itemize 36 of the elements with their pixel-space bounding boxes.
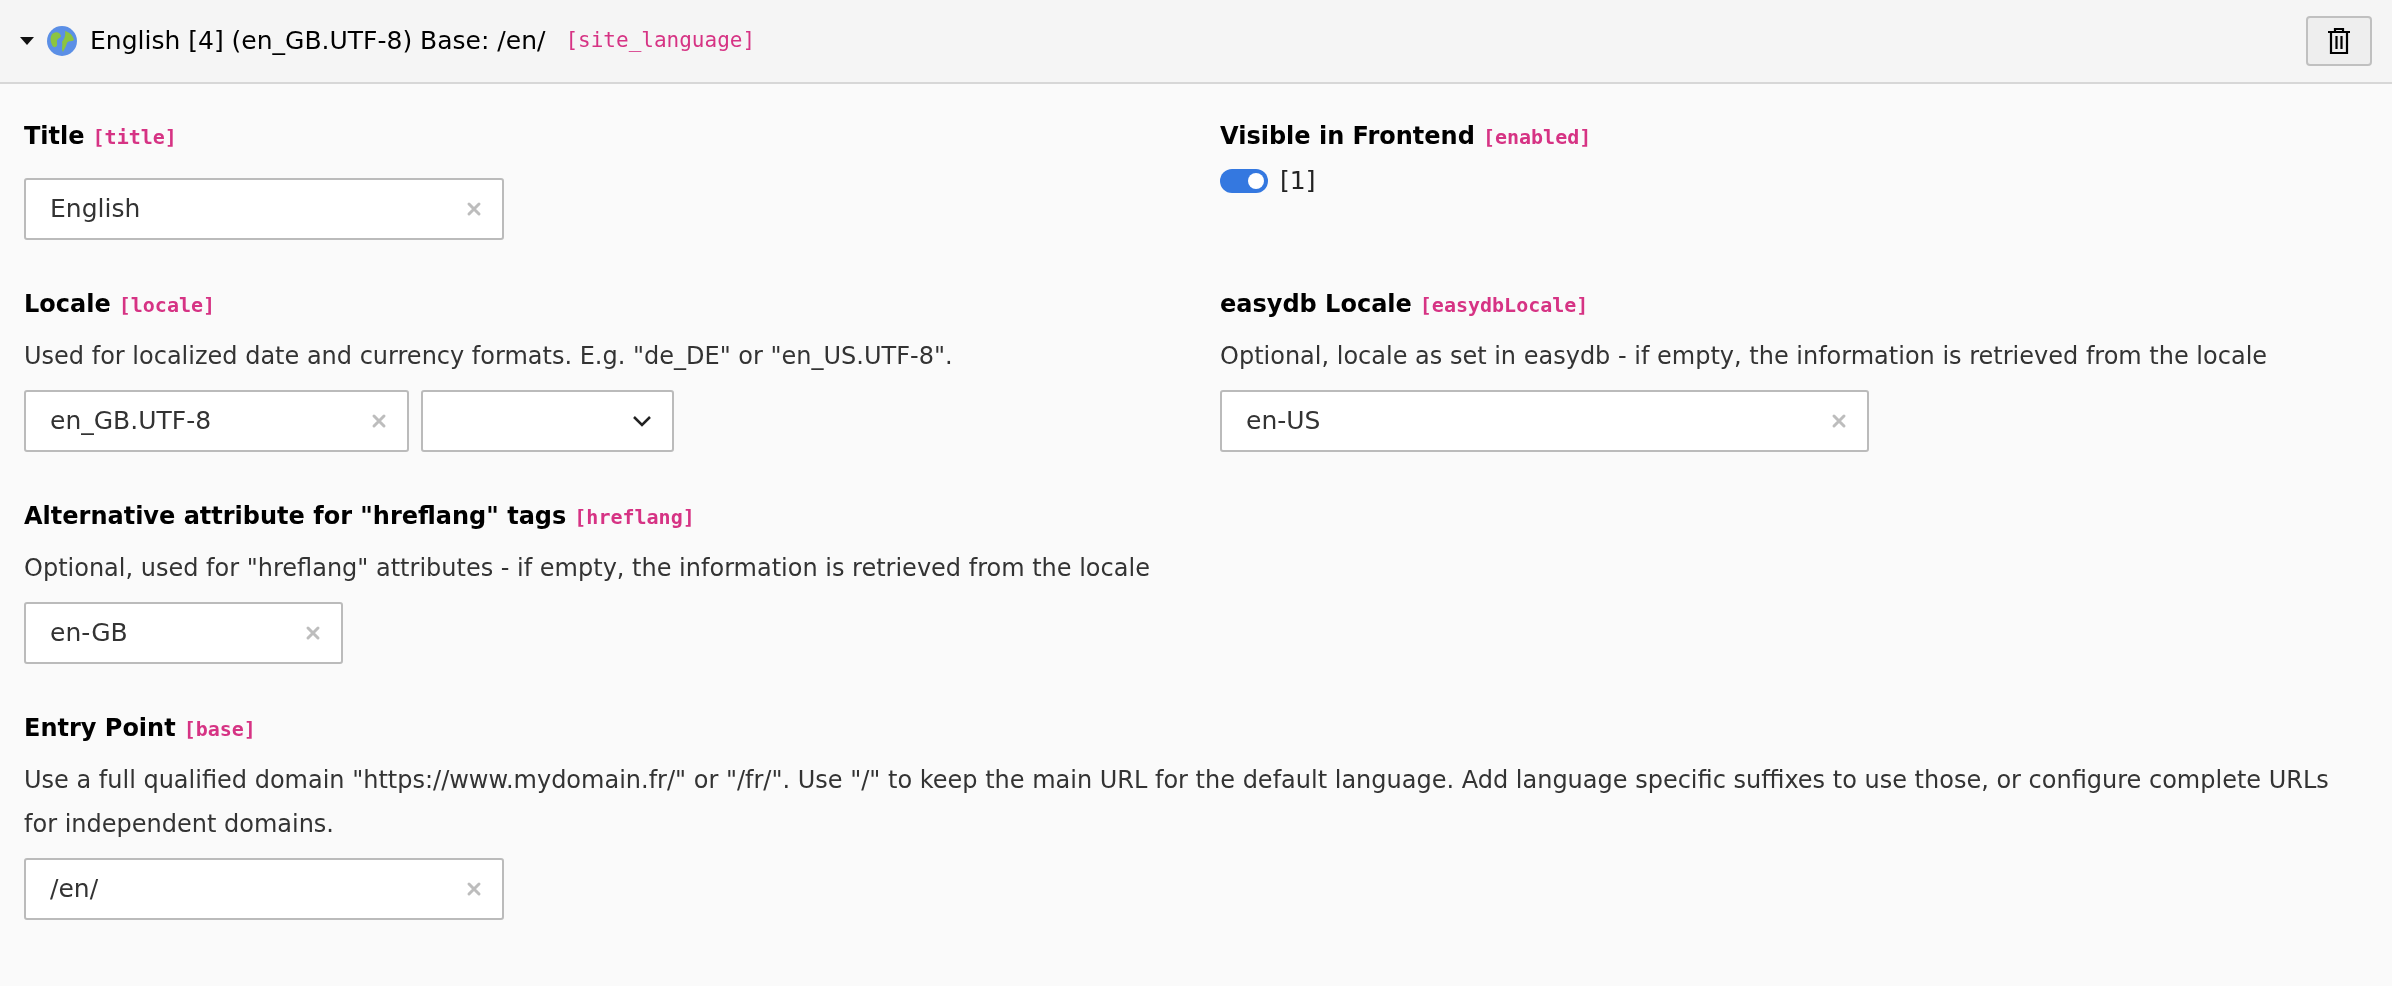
trash-icon bbox=[2327, 27, 2351, 55]
field-key: [enabled] bbox=[1482, 122, 1592, 152]
field-label: Locale bbox=[24, 289, 111, 320]
field-label: Entry Point bbox=[24, 713, 176, 744]
text-field[interactable]: English bbox=[24, 178, 504, 240]
delete-button[interactable] bbox=[2306, 16, 2372, 66]
field-description: Optional, used for "hreflang" attributes - if empty, the information is retrieved from the locale bbox=[24, 553, 1151, 584]
field-key: [easydbLocale] bbox=[1419, 290, 1589, 320]
field-key: [hreflang] bbox=[574, 502, 695, 532]
field-description: Used for localized date and currency formats. E.g. "de_DE" or "en_US.UTF-8". bbox=[24, 341, 954, 372]
chevron-down-icon bbox=[632, 415, 652, 427]
toggle-value: [1] bbox=[1280, 165, 1316, 197]
field-key: [base] bbox=[183, 714, 256, 744]
field-label: Title bbox=[24, 121, 85, 152]
clear-icon[interactable] bbox=[305, 625, 321, 641]
globe-icon bbox=[46, 25, 78, 57]
field-description: Use a full qualified domain "https://www.mydomain.fr/" or "/fr/". Use "/" to keep the main URL for the default language. Add language specific suffixes to use those, or configure complete URLs for independent domains. bbox=[24, 765, 2330, 840]
clear-icon[interactable] bbox=[1831, 413, 1847, 429]
field-label: Alternative attribute for "hreflang" tags bbox=[24, 501, 567, 532]
clear-icon[interactable] bbox=[371, 413, 387, 429]
select-dropdown[interactable] bbox=[421, 390, 674, 452]
header-key: [site_language] bbox=[565, 25, 756, 57]
text-field[interactable]: en_GB.UTF-8 bbox=[24, 390, 409, 452]
text-field[interactable]: /en/ bbox=[24, 858, 504, 920]
header-title: English [4] (en_GB.UTF-8) Base: /en/ bbox=[90, 25, 546, 58]
caret-icon[interactable] bbox=[20, 36, 34, 46]
field-description: Optional, locale as set in easydb - if empty, the information is retrieved from the locale bbox=[1220, 341, 2269, 372]
toggle-switch[interactable] bbox=[1220, 168, 1268, 193]
field-key: [title] bbox=[92, 122, 177, 152]
clear-icon[interactable] bbox=[466, 881, 482, 897]
field-key: [locale] bbox=[118, 290, 216, 320]
clear-icon[interactable] bbox=[466, 201, 482, 217]
text-field[interactable]: en-GB bbox=[24, 602, 343, 664]
text-field[interactable]: en-US bbox=[1220, 390, 1869, 452]
field-label: easydb Locale bbox=[1220, 289, 1412, 320]
field-label: Visible in Frontend bbox=[1220, 121, 1475, 152]
